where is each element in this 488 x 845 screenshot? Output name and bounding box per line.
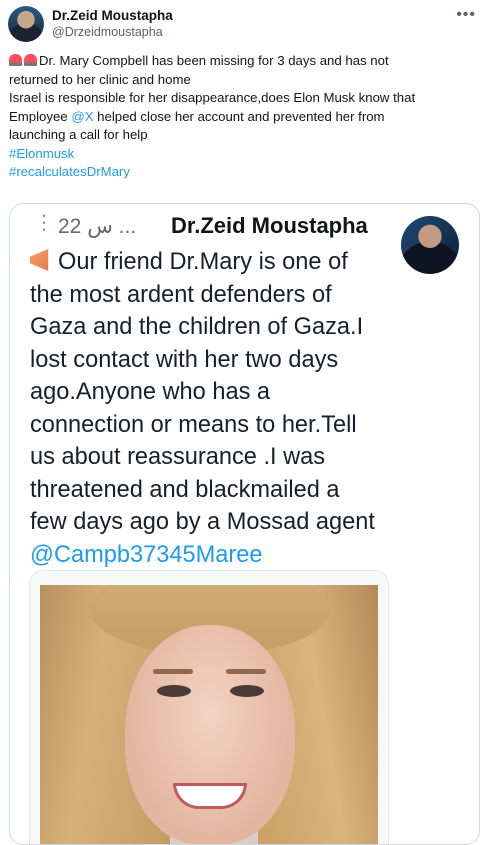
- rotating-light-icon: [9, 54, 22, 66]
- photo-brow: [153, 669, 193, 674]
- display-name[interactable]: Dr.Zeid Moustapha: [52, 8, 173, 23]
- photo-brow: [226, 669, 266, 674]
- quoted-line: Our friend Dr.Mary is one of: [30, 246, 470, 279]
- post-text: Dr. Mary Compbell has been missing for 3…: [9, 52, 479, 182]
- photo-face: [125, 625, 295, 844]
- quoted-line: the most ardent defenders of: [30, 281, 332, 308]
- photo-eye: [230, 685, 264, 697]
- quoted-line: few days ago by a Mossad agent: [30, 509, 375, 535]
- quoted-time: 22 س ...: [58, 215, 137, 238]
- post-line: returned to her clinic and home: [9, 71, 191, 87]
- post-line: launching a call for help: [9, 127, 148, 142]
- embedded-photo-card: [29, 570, 389, 844]
- post-line: Employee @X helped close her account and…: [9, 108, 479, 127]
- quoted-line: us about reassurance .I was: [30, 444, 326, 470]
- post-line: Israel is responsible for her disappeara…: [9, 90, 416, 105]
- quoted-text-line: Our friend Dr.Mary is one of: [58, 249, 348, 275]
- quoted-line: lost contact with her two days: [30, 346, 339, 373]
- rotating-light-icon: [24, 54, 37, 66]
- megaphone-icon: [30, 249, 49, 271]
- hashtag-link[interactable]: #recalculatesDrMary: [9, 163, 479, 182]
- post-line: Dr. Mary Compbell has been missing for 3…: [9, 52, 479, 71]
- quoted-name: Dr.Zeid Moustapha: [171, 213, 368, 238]
- post-text-segment: helped close her account and prevented h…: [93, 108, 385, 124]
- post-header: Dr.Zeid Moustapha @Drzeidmoustapha •••: [8, 4, 480, 44]
- post-text-segment: Employee: [9, 108, 72, 124]
- quoted-line: Gaza and the children of Gaza.I: [30, 314, 364, 340]
- quoted-text: Our friend Dr.Mary is one of the most ar…: [30, 246, 470, 571]
- avatar[interactable]: [8, 6, 44, 42]
- user-handle[interactable]: @Drzeidmoustapha: [52, 25, 163, 39]
- quoted-line: connection or means to her.Tell: [30, 411, 357, 438]
- vertical-dots-icon: ⋮: [34, 212, 54, 234]
- photo-eye: [157, 685, 191, 697]
- quoted-post-card[interactable]: ⋮ 22 س ... Dr.Zeid Moustapha Our friend …: [9, 203, 480, 845]
- hashtag-link[interactable]: #Elonmusk: [9, 145, 479, 164]
- quoted-line: threatened and blackmailed a: [30, 476, 340, 503]
- more-icon[interactable]: •••: [456, 6, 476, 24]
- quoted-line: ago.Anyone who has a: [30, 379, 271, 405]
- mention-link[interactable]: @X: [71, 109, 93, 124]
- portrait-photo[interactable]: [40, 585, 378, 844]
- quoted-mention: @Campb37345Maree: [30, 541, 263, 568]
- post-text-line: Dr. Mary Compbell has been missing for 3…: [39, 53, 389, 68]
